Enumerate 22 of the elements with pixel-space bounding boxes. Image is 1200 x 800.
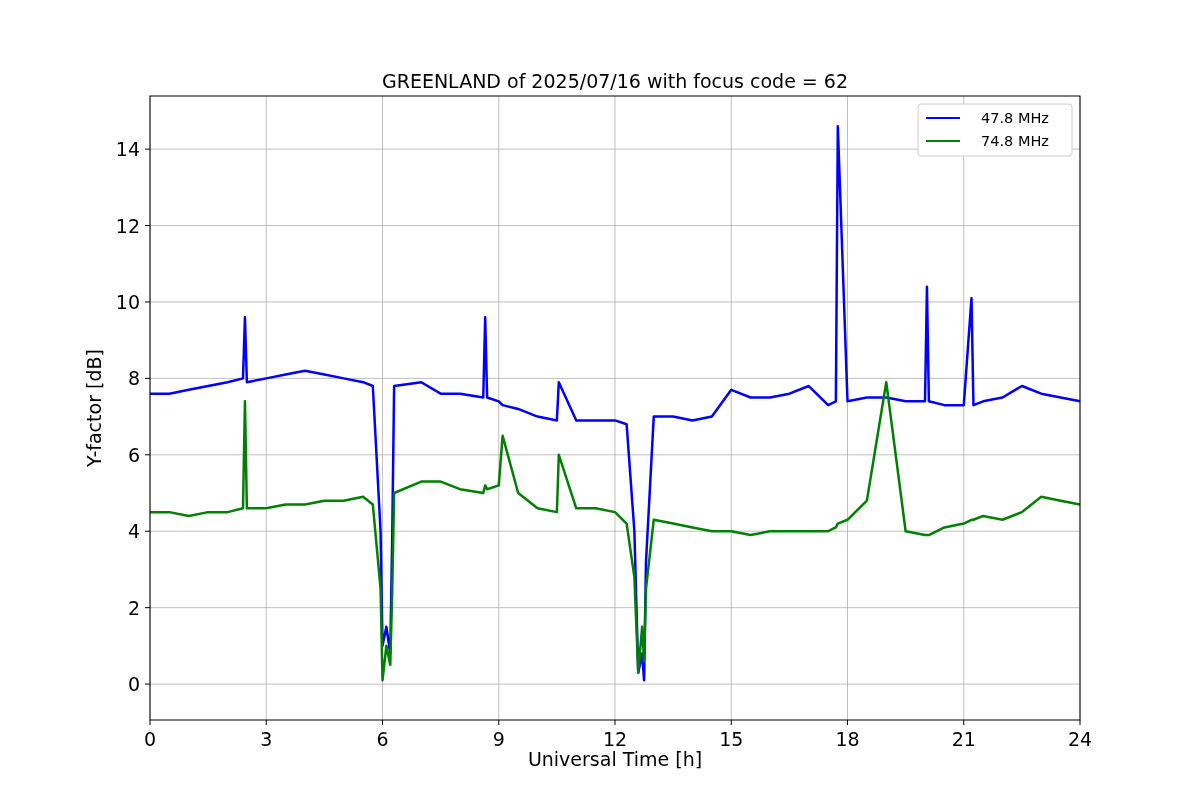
legend-label: 74.8 MHz <box>981 133 1049 149</box>
chart-title: GREENLAND of 2025/07/16 with focus code = 62 <box>382 70 848 92</box>
y-tick-label: 14 <box>115 138 140 161</box>
y-tick-label: 0 <box>127 673 140 696</box>
y-tick-label: 10 <box>115 290 140 313</box>
y-tick-label: 2 <box>127 596 140 619</box>
x-tick-label: 0 <box>143 728 157 750</box>
y-axis-label: Y-factor [dB] <box>83 349 105 467</box>
x-tick-label: 15 <box>719 728 744 750</box>
y-tick-label: 8 <box>127 367 140 390</box>
legend-label: 47.8 MHz <box>981 110 1049 126</box>
x-tick-label: 21 <box>951 728 976 750</box>
x-tick-label: 18 <box>835 728 860 750</box>
y-tick-label: 4 <box>127 520 140 543</box>
x-tick-label: 12 <box>602 728 628 750</box>
x-tick-label: 24 <box>1067 728 1093 750</box>
y-tick-label: 6 <box>127 443 140 466</box>
y-tick-label: 12 <box>115 214 140 237</box>
x-tick-label: 6 <box>376 728 389 750</box>
x-axis-label: Universal Time [h] <box>527 748 703 770</box>
x-tick-label: 9 <box>492 728 505 750</box>
x-tick-label: 3 <box>260 728 273 750</box>
